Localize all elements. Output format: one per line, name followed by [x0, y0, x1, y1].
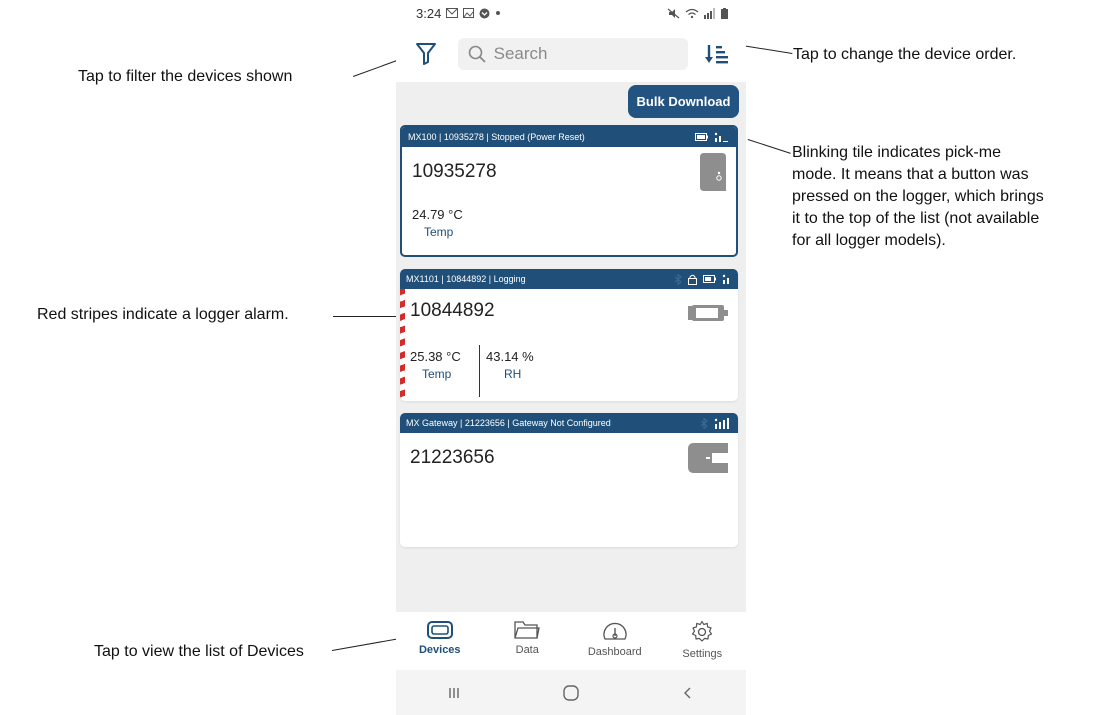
annotation-blink-line-2: mode. It means that a button was: [792, 166, 1029, 183]
tile-header-text: MX1101 | 10844892 | Logging: [406, 274, 526, 284]
battery-icon: [721, 7, 728, 19]
back-icon[interactable]: [681, 686, 695, 700]
phone-screen: 3:24 Bulk Download MX100 | 10935278 | St: [396, 0, 746, 715]
device-tile[interactable]: MX100 | 10935278 | Stopped (Power Reset)…: [400, 125, 738, 257]
annotation-blink-line: [747, 139, 791, 154]
recent-apps-icon[interactable]: [447, 686, 461, 700]
home-icon[interactable]: [562, 684, 580, 702]
tile-header: MX100 | 10935278 | Stopped (Power Reset): [402, 127, 736, 147]
nav-settings[interactable]: Settings: [662, 620, 742, 660]
reading: 43.14 % RH: [486, 349, 534, 381]
search-icon: [468, 45, 486, 63]
nav-data[interactable]: Data: [487, 620, 567, 656]
reading-value: 24.79 °C: [412, 207, 463, 222]
annotation-devices: Tap to view the list of Devices: [94, 643, 304, 660]
annotation-filter: Tap to filter the devices shown: [78, 68, 293, 85]
sort-button[interactable]: [702, 38, 732, 70]
image-icon: [463, 8, 475, 18]
tile-header-text: MX100 | 10935278 | Stopped (Power Reset): [408, 132, 585, 142]
mute-icon: [667, 8, 680, 18]
annotation-blink-line-4: it to the top of the list (not available: [792, 210, 1040, 227]
tile-serial: 10844892: [410, 300, 495, 321]
tile-serial: 21223656: [410, 447, 495, 468]
signal-strength-icon: [722, 274, 729, 284]
annotation-filter-line: [353, 59, 398, 77]
device-tile[interactable]: MX Gateway | 21223656 | Gateway Not Conf…: [400, 413, 738, 547]
nav-dashboard-label: Dashboard: [587, 646, 642, 658]
filter-icon: [415, 43, 436, 65]
tile-serial: 10935278: [412, 161, 497, 182]
wifi-icon: [685, 8, 699, 18]
bottom-nav: Devices Data Dashboard Settings: [396, 612, 746, 670]
reading-label: RH: [504, 367, 522, 381]
status-time: 3:24: [416, 5, 442, 21]
chevron-circle-icon: [479, 8, 490, 18]
logger-device-icon: [700, 153, 726, 196]
tile-header: MX1101 | 10844892 | Logging: [400, 269, 738, 289]
nav-dashboard[interactable]: Dashboard: [575, 620, 655, 658]
annotation-order: Tap to change the device order.: [793, 46, 1017, 63]
devices-icon: [426, 621, 453, 639]
sort-order-icon: [705, 45, 729, 64]
annotation-blink-line-3: pressed on the logger, which brings: [792, 188, 1044, 205]
system-nav-bar: [396, 670, 746, 715]
gateway-device-icon: [688, 443, 728, 478]
logger-device-icon: [688, 305, 728, 326]
battery-icon: [695, 133, 708, 141]
annotation-alarm: Red stripes indicate a logger alarm.: [37, 306, 289, 323]
nav-data-label: Data: [515, 644, 539, 656]
tile-header-text: MX Gateway | 21223656 | Gateway Not Conf…: [406, 418, 611, 428]
reading-value: 25.38 °C: [410, 349, 461, 364]
reading: 25.38 °C Temp: [410, 349, 461, 381]
annotation-alarm-line: [333, 316, 397, 317]
reading-label: Temp: [422, 367, 452, 381]
nav-devices-label: Devices: [418, 644, 461, 656]
dot-icon: [496, 11, 501, 15]
folder-icon: [514, 621, 541, 639]
nav-settings-label: Settings: [682, 648, 723, 660]
reading-label: Temp: [424, 225, 454, 239]
search-box[interactable]: [457, 38, 689, 70]
search-input[interactable]: [493, 44, 674, 64]
nav-devices[interactable]: Devices: [400, 620, 480, 656]
filter-button[interactable]: [412, 38, 440, 70]
mail-icon: [446, 8, 459, 18]
lock-icon: [688, 274, 697, 285]
annotation-blink: Blinking tile indicates pick-me mode. It…: [792, 142, 1044, 252]
status-bar: 3:24: [396, 0, 746, 26]
gear-icon: [692, 620, 713, 642]
annotation-blink-line-5: for all logger models).: [792, 232, 946, 249]
signal-strength-icon: [714, 132, 728, 142]
battery-icon: [703, 275, 716, 283]
annotation-order-line: [741, 45, 793, 54]
reading-value: 43.14 %: [486, 349, 534, 364]
reading-divider: [479, 345, 480, 397]
signal-strength-icon: [714, 417, 729, 429]
annotation-devices-line: [332, 637, 406, 651]
bluetooth-icon: [700, 417, 708, 429]
reading: 24.79 °C Temp: [412, 207, 463, 239]
bluetooth-icon: [674, 273, 682, 285]
gauge-icon: [603, 622, 627, 640]
annotation-blink-line-1: Blinking tile indicates pick-me: [792, 144, 1001, 161]
signal-icon: [704, 7, 715, 19]
device-tile[interactable]: MX1101 | 10844892 | Logging 10844892 25.…: [400, 269, 738, 401]
alarm-stripe: [400, 289, 405, 401]
tile-header: MX Gateway | 21223656 | Gateway Not Conf…: [400, 413, 738, 433]
top-bar: [396, 26, 746, 82]
bulk-download-button[interactable]: Bulk Download: [628, 85, 739, 118]
